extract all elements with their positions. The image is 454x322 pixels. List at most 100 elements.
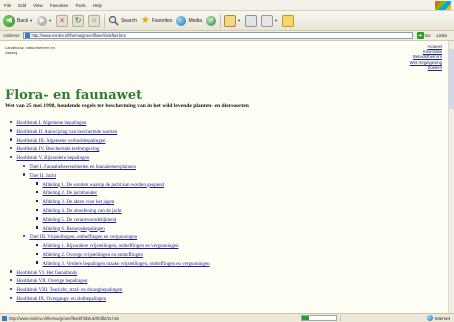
bullet-icon [10,129,13,132]
vertical-scrollbar[interactable] [448,41,454,313]
toolbar-separator [220,13,222,28]
nav-link-beleidsthemas[interactable]: Beleidsthema's [410,54,442,59]
menu-view[interactable]: View [33,3,43,8]
back-label: Back [17,17,29,24]
bullet-icon [10,155,13,159]
list-item: Hoofdstuk III. Algemene verbodsbepalinge… [10,138,430,147]
section-link[interactable]: Afdeling 1. Bijzondere vrijstellingen, o… [42,244,178,249]
browser-window: File Edit View Favorites Tools Help ◀ Ba… [0,0,454,322]
section-link[interactable]: Afdeling 1. De soorten waarop de jacht k… [42,183,164,188]
list-item: Hoofdstuk VI. Het faunafonds [10,270,430,279]
menu-help[interactable]: Help [93,3,102,8]
globe-icon [426,315,433,321]
home-button[interactable]: ⌂ [88,14,101,27]
title-link[interactable]: Titel II. Jacht [29,174,56,179]
go-arrow-icon: ➜ [416,32,424,39]
bullet-icon [10,138,13,141]
bullet-icon [10,120,13,124]
title-link[interactable]: Titel I. Faunabeheereenheden en faunabeh… [29,165,136,170]
windows-logo-icon [435,1,451,10]
address-label: Address [3,33,20,38]
chevron-down-icon[interactable]: ▼ [29,18,33,23]
history-button[interactable]: ↺ [206,15,217,26]
progress-fill [302,316,309,320]
law-chapter-tree: Hoofdstuk I. Algemene bepalingen Hoofdst… [10,120,430,305]
page-title: Flora- en faunawet [5,88,143,103]
bullet-icon [36,199,39,203]
go-label: Go [424,33,431,38]
section-link[interactable]: Afdeling 2. Overige vrijstellingen en on… [42,253,142,258]
go-button[interactable]: ➜ Go [416,32,431,39]
chapter-link[interactable]: Hoofdstuk VII. Overige bepalingen [16,279,87,284]
list-item: Hoofdstuk V. Bijzondere bepalingen [10,155,430,164]
list-item: Titel III. Vrijstellingen, ontheffingen … [10,234,430,243]
section-link[interactable]: Afdeling 6. Beroepsbepalingen [42,227,104,232]
folder-button[interactable] [282,14,294,27]
bullet-icon [36,261,39,264]
chevron-down-icon[interactable]: ▼ [274,18,278,23]
search-icon [108,15,119,26]
back-arrow-icon: ◀ [3,14,15,27]
stop-button[interactable]: × [56,14,69,27]
refresh-button[interactable]: ↻ [72,14,85,27]
list-item: Hoofdstuk VIII. Toezicht, straf- en dwan… [10,287,430,296]
edit-icon [261,14,274,27]
media-button[interactable]: Media [176,15,203,26]
bullet-icon [36,208,39,212]
chapter-link[interactable]: Hoofdstuk III. Algemene verbodsbepalinge… [16,139,105,144]
folder-icon [282,14,294,27]
bullet-icon [36,182,39,185]
back-button[interactable]: ◀ Back ▼ [3,14,33,27]
menu-file[interactable]: File [4,3,11,8]
menu-edit[interactable]: Edit [18,3,26,8]
chevron-down-icon[interactable]: ▼ [237,18,241,23]
list-item: Hoofdstuk VII. Overige bepalingen [10,278,430,287]
menu-favorites[interactable]: Favorites [50,3,69,8]
chapter-link[interactable]: Hoofdstuk IV. Beschermde leefomgeving [16,147,99,152]
page-icon [24,33,30,38]
print-button[interactable] [245,14,258,27]
media-label: Media [188,17,203,24]
chapter-link[interactable]: Hoofdstuk VIII. Toezicht, straf- en dwan… [16,288,122,293]
section-link[interactable]: Afdeling 3. De akten voor het jagen [42,200,114,205]
section-link[interactable]: Afdeling 4. De uitoefening van de jacht [42,209,121,214]
stop-icon: × [56,14,69,27]
address-input[interactable]: http://www.minlnv.nl/thema/groen/flwet/i… [22,32,413,39]
list-item: Hoofdstuk I. Algemene bepalingen [10,120,430,129]
menu-tools[interactable]: Tools [75,3,86,8]
bullet-icon [10,270,13,273]
nav-link-zoeken[interactable]: Zoeken [410,65,442,70]
search-button[interactable]: Search [108,15,137,26]
edit-button[interactable]: ▼ [261,14,278,27]
bullet-icon [36,226,39,229]
bullet-icon [36,217,39,220]
chapter-link[interactable]: Hoofdstuk VI. Het faunafonds [16,271,77,276]
section-link[interactable]: Afdeling 5. De verantwoordelijkheid [42,218,116,223]
status-bar: http://www.minlnv.nl/thema/groen/flwet/h… [0,313,454,322]
list-item: Hoofdstuk IV. Beschermde leefomgeving [10,146,430,155]
star-icon: ★ [140,14,150,26]
bullet-icon [10,296,13,299]
chapter-link[interactable]: Hoofdstuk II. Aanwijzing van beschermde … [16,130,117,135]
favorites-button[interactable]: ★ Favorites [140,14,173,26]
section-link[interactable]: Afdeling 3. Verdere bepalingen inzake vr… [42,262,209,267]
menu-bar: File Edit View Favorites Tools Help [0,0,454,11]
status-cell [340,315,391,321]
mail-button[interactable]: ▼ [224,14,241,27]
address-bar: Address http://www.minlnv.nl/thema/groen… [0,31,454,41]
chevron-down-icon[interactable]: ▼ [48,18,52,23]
toolbar: ◀ Back ▼ ▶ ▼ × ↻ ⌂ Search ★ Favorites Me… [0,11,454,31]
forward-button[interactable]: ▶ ▼ [37,15,52,26]
chapter-link[interactable]: Hoofdstuk IX. Overgangs- en slotbepaling… [16,297,106,302]
list-item: Afdeling 4. De uitoefening van de jacht [10,208,430,217]
address-url[interactable]: http://www.minlnv.nl/thema/groen/flwet/i… [32,33,126,38]
scrollbar-thumb[interactable] [449,49,454,109]
history-icon: ↺ [206,15,217,26]
chapter-link[interactable]: Hoofdstuk V. Bijzondere bepalingen [16,156,89,161]
chapter-link[interactable]: Hoofdstuk I. Algemene bepalingen [16,121,86,126]
list-item: Afdeling 5. De verantwoordelijkheid [10,217,430,226]
section-link[interactable]: Afdeling 2. De jachthouder [42,191,97,196]
title-link[interactable]: Titel III. Vrijstellingen, ontheffingen … [29,235,137,240]
links-button[interactable]: Links [437,33,448,38]
list-item: Afdeling 1. De soorten waarop de jacht k… [10,182,430,191]
